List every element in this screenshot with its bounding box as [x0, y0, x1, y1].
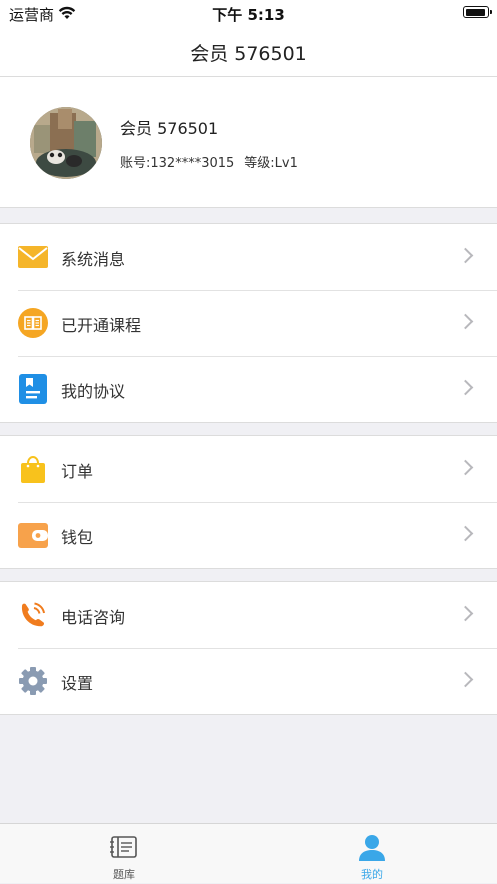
menu-group-account: 系统消息 已开通课程 我的协议 [0, 223, 497, 423]
document-icon [18, 374, 48, 404]
chevron-right-icon [457, 605, 474, 622]
menu-item-my-courses[interactable]: 已开通课程 [0, 290, 497, 356]
menu-item-label: 电话咨询 [61, 608, 126, 627]
book-icon [18, 308, 48, 338]
menu-item-orders[interactable]: 订单 [0, 436, 497, 502]
phone-icon [18, 600, 48, 630]
wallet-icon [18, 520, 48, 550]
tab-bar: 题库 我的 [0, 823, 497, 883]
battery-icon [463, 6, 492, 18]
menu-group-orders: 订单 钱包 [0, 435, 497, 569]
chevron-right-icon [457, 671, 474, 688]
avatar[interactable] [30, 107, 102, 179]
status-bar: 运营商 下午 5:13 [0, 0, 497, 26]
chevron-right-icon [457, 525, 474, 542]
member-level: 等级:Lv1 [244, 156, 298, 171]
menu-group-support: 电话咨询 设置 [0, 581, 497, 715]
person-icon [357, 834, 387, 862]
menu-item-wallet[interactable]: 钱包 [0, 502, 497, 568]
menu-item-system-messages[interactable]: 系统消息 [0, 224, 497, 290]
chevron-right-icon [457, 379, 474, 396]
gear-icon [18, 666, 48, 696]
profile-card[interactable]: 会员 576501 账号:132****3015 等级:Lv1 [0, 77, 497, 208]
chevron-right-icon [457, 247, 474, 264]
account-number: 账号:132****3015 [120, 156, 235, 171]
menu-item-label: 系统消息 [61, 250, 126, 269]
menu-item-settings[interactable]: 设置 [0, 648, 497, 714]
chevron-right-icon [457, 313, 474, 330]
menu-item-my-agreements[interactable]: 我的协议 [0, 356, 497, 422]
menu-item-phone-consult[interactable]: 电话咨询 [0, 582, 497, 648]
chevron-right-icon [457, 459, 474, 476]
tab-label: 题库 [113, 868, 135, 881]
clock: 下午 5:13 [212, 6, 285, 24]
page-title: 会员 576501 [190, 43, 307, 65]
shopping-bag-icon [18, 454, 48, 484]
tab-mine[interactable]: 我的 [248, 824, 496, 884]
menu-item-label: 设置 [61, 674, 94, 693]
menu-item-label: 订单 [61, 462, 94, 481]
nav-bar: 会员 576501 [0, 26, 497, 77]
menu-item-label: 钱包 [61, 528, 94, 547]
profile-name: 会员 576501 [120, 119, 219, 138]
profile-details: 账号:132****3015 等级:Lv1 [120, 152, 298, 171]
tab-question-bank[interactable]: 题库 [0, 824, 248, 884]
envelope-icon [18, 242, 48, 272]
menu-item-label: 我的协议 [61, 382, 126, 401]
tab-label: 我的 [361, 868, 383, 881]
question-bank-icon [109, 834, 139, 862]
menu-item-label: 已开通课程 [61, 316, 142, 335]
